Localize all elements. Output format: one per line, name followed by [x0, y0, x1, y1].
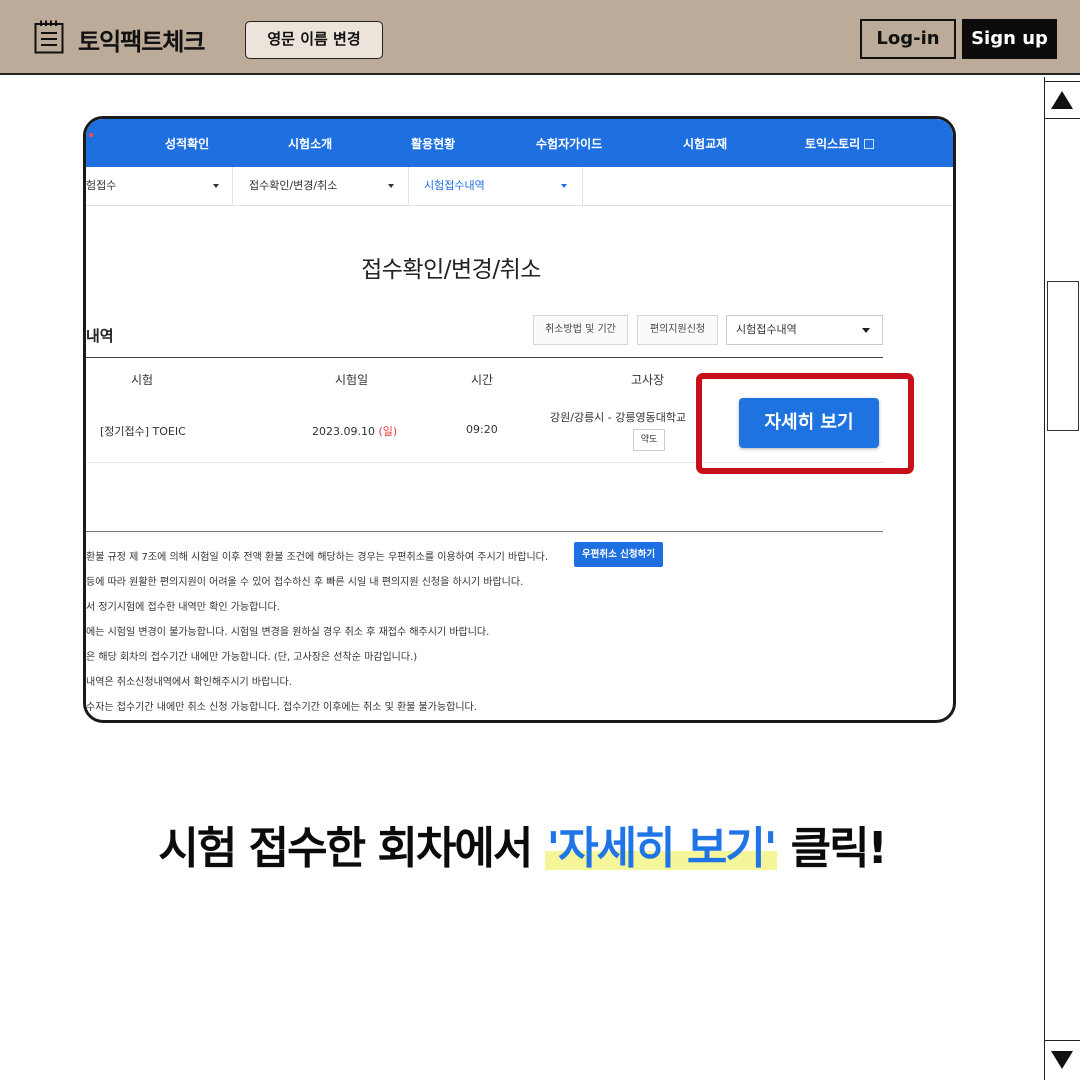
nav-item-story-label: 토익스토리: [805, 137, 861, 151]
caption-highlight: '자세히 보기': [544, 823, 778, 874]
cancel-method-button[interactable]: 취소방법 및 기간: [533, 315, 628, 345]
nav-item-guide[interactable]: 수험자가이드: [536, 119, 602, 169]
notebook-icon: [34, 20, 64, 54]
name-change-button[interactable]: 영문 이름 변경: [245, 21, 383, 59]
nav-item-usage[interactable]: 활용현황: [411, 119, 455, 169]
page-title: 접수확인/변경/취소: [361, 257, 541, 283]
subnav-confirm-change-cancel[interactable]: 접수확인/변경/취소: [249, 167, 337, 205]
cell-venue: 강원/강릉시 - 강릉영동대학교: [550, 411, 687, 424]
chevron-down-icon: [213, 184, 219, 188]
sub-navigation: 험접수 접수확인/변경/취소 시험접수내역: [86, 167, 953, 206]
subnav-divider: [232, 167, 233, 205]
history-select-value: 시험접수내역: [736, 323, 797, 336]
chevron-down-icon: [561, 184, 567, 188]
note-item: 환불 규정 제 7조에 의해 시험일 이후 전액 환불 조건에 해당하는 경우는…: [86, 552, 549, 563]
main-navigation: 성적확인 시험소개 활용현황 수험자가이드 시험교재 토익스토리: [86, 119, 953, 167]
column-header-time: 시간: [471, 373, 494, 387]
highlight-box: [696, 373, 914, 474]
subnav-divider: [408, 167, 409, 205]
subnav-registration[interactable]: 험접수: [86, 167, 116, 205]
mail-cancel-button[interactable]: 우편취소 신청하기: [574, 542, 663, 567]
red-dot-icon: [89, 133, 93, 137]
scroll-down-arrow-icon[interactable]: [1045, 1040, 1080, 1080]
top-bar: 토익팩트체크 영문 이름 변경 Log-in Sign up: [0, 0, 1080, 75]
signup-button[interactable]: Sign up: [962, 19, 1057, 59]
column-header-date: 시험일: [335, 373, 369, 387]
cell-date: 2023.09.10 (일): [312, 423, 397, 439]
note-item: 내역은 취소신청내역에서 확인해주시기 바랍니다.: [86, 677, 292, 688]
nav-item-score[interactable]: 성적확인: [165, 119, 209, 169]
column-header-exam: 시험: [131, 373, 154, 387]
cell-date-day: (일): [378, 425, 398, 438]
nav-item-exam-intro[interactable]: 시험소개: [288, 119, 332, 169]
caption-suffix: 클릭!: [777, 823, 888, 874]
section-label: 내역: [86, 327, 114, 345]
cell-exam: [정기접수] TOEIC: [100, 425, 186, 438]
subnav-divider: [582, 167, 583, 205]
notes-divider: [86, 531, 883, 532]
note-item: 서 정기시험에 접수한 내역만 확인 가능합니다.: [86, 602, 280, 613]
convenience-support-button[interactable]: 편의지원신청: [637, 315, 718, 345]
scroll-thumb[interactable]: [1047, 281, 1079, 431]
note-item: 등에 따라 원활한 편의지원이 어려울 수 있어 접수하신 후 빠른 시일 내 …: [86, 577, 524, 588]
map-button[interactable]: 약도: [633, 429, 665, 451]
cell-time: 09:20: [466, 423, 498, 436]
history-select[interactable]: 시험접수내역: [726, 315, 883, 345]
nav-item-books[interactable]: 시험교재: [683, 119, 727, 169]
cell-date-value: 2023.09.10: [312, 425, 375, 438]
subnav-registration-history[interactable]: 시험접수내역: [424, 167, 485, 205]
instruction-caption: 시험 접수한 회차에서 '자세히 보기' 클릭!: [0, 812, 1044, 876]
screenshot-frame: 성적확인 시험소개 활용현황 수험자가이드 시험교재 토익스토리 험접수 접수확…: [83, 116, 956, 723]
vertical-scrollbar[interactable]: [1044, 77, 1080, 1080]
note-item: 은 해당 회차의 접수기간 내에만 가능합니다. (단, 고사장은 선착순 마감…: [86, 652, 418, 663]
chevron-down-icon: [862, 328, 870, 333]
chevron-down-icon: [388, 184, 394, 188]
column-header-venue: 고사장: [631, 373, 665, 387]
brand-title[interactable]: 토익팩트체크: [78, 22, 205, 57]
table-divider: [86, 357, 883, 358]
note-item: 수자는 접수기간 내에만 취소 신청 가능합니다. 접수기간 이후에는 취소 및…: [86, 702, 477, 713]
note-item: 에는 시험일 변경이 불가능합니다. 시험일 변경을 원하실 경우 취소 후 재…: [86, 627, 490, 638]
external-link-icon: [864, 139, 875, 149]
scroll-up-arrow-icon[interactable]: [1045, 81, 1080, 119]
nav-item-story[interactable]: 토익스토리: [805, 119, 875, 169]
caption-prefix: 시험 접수한 회차에서: [158, 823, 545, 874]
login-button[interactable]: Log-in: [860, 19, 956, 59]
